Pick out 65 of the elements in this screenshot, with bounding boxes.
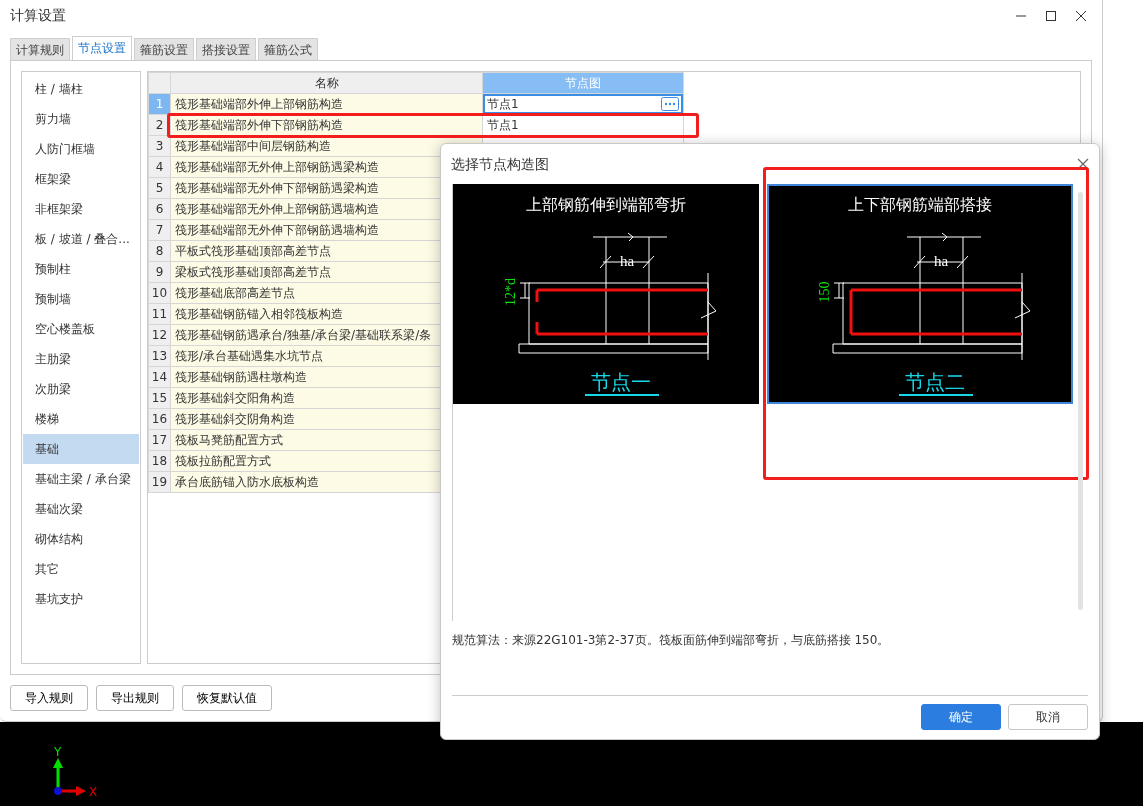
node-title: 上部钢筋伸到端部弯折 — [526, 195, 686, 214]
row-number: 8 — [148, 240, 171, 262]
node-title: 上下部钢筋端部搭接 — [848, 195, 992, 214]
axis-label: Y — [54, 746, 62, 759]
tab[interactable]: 节点设置 — [72, 35, 132, 60]
category-item[interactable]: 其它 — [23, 553, 139, 584]
category-item[interactable]: 砌体结构 — [23, 523, 139, 554]
confirm-button[interactable]: 确定 — [921, 704, 1001, 730]
axis-icon — [53, 758, 86, 796]
tab[interactable]: 箍筋公式 — [258, 37, 318, 60]
close-icon[interactable] — [1077, 158, 1089, 170]
category-item[interactable]: 主肋梁 — [23, 343, 139, 374]
rule-button[interactable]: 导出规则 — [96, 685, 174, 711]
row-number: 3 — [148, 135, 171, 157]
category-item[interactable]: 基坑支护 — [23, 583, 139, 614]
node-caption: 节点二 — [898, 370, 974, 396]
scrollbar[interactable] — [1078, 192, 1083, 610]
category-item[interactable]: 预制柱 — [23, 253, 139, 284]
row-number: 9 — [148, 261, 171, 283]
row-number: 12 — [148, 324, 171, 346]
dimension-label: ha — [619, 253, 635, 269]
row-number: 10 — [148, 282, 171, 304]
category-item[interactable]: 预制墙 — [23, 283, 139, 314]
category-item[interactable]: 剪力墙 — [23, 103, 139, 134]
rule-button[interactable]: 导入规则 — [10, 685, 88, 711]
tab[interactable]: 计算规则 — [10, 37, 70, 60]
description-text: 规范算法：来源22G101-3第2-37页。筏板面筋伸到端部弯折，与底筋搭接 150。 — [452, 633, 890, 647]
row-number: 15 — [148, 387, 171, 409]
row-number: 7 — [148, 219, 171, 241]
cancel-button[interactable]: 取消 — [1008, 704, 1088, 730]
row-number: 1 — [148, 93, 171, 115]
tab[interactable]: 箍筋设置 — [134, 37, 194, 60]
column-header[interactable]: 名称 — [170, 72, 483, 94]
category-item[interactable]: 楼梯 — [23, 403, 139, 434]
row-number: 16 — [148, 408, 171, 430]
row-number: 4 — [148, 156, 171, 178]
dimension-label: 12*d — [503, 278, 518, 306]
axis-label: X — [89, 785, 98, 799]
category-item[interactable]: 空心楼盖板 — [23, 313, 139, 344]
row-number: 17 — [148, 429, 171, 451]
category-item[interactable]: 框架梁 — [23, 163, 139, 194]
browse-button[interactable] — [661, 96, 679, 111]
tab[interactable]: 搭接设置 — [196, 37, 256, 60]
category-item[interactable]: 次肋梁 — [23, 373, 139, 404]
row-number: 19 — [148, 471, 171, 493]
node-option[interactable]: 上部钢筋伸到端部弯折 ha 12*d 节点一 — [453, 184, 759, 404]
row-number: 5 — [148, 177, 171, 199]
category-item[interactable]: 人防门框墙 — [23, 133, 139, 164]
row-number: 18 — [148, 450, 171, 472]
node-option[interactable]: 上下部钢筋端部搭接 ha 150 节点二 — [767, 184, 1073, 404]
category-item[interactable]: 非框架梁 — [23, 193, 139, 224]
category-item[interactable]: 柱 / 墙柱 — [23, 73, 139, 104]
window-title: 计算设置 — [10, 6, 66, 26]
category-item[interactable]: 基础主梁 / 承台梁 — [23, 463, 139, 494]
dimension-label: ha — [933, 253, 949, 269]
category-item[interactable]: 基础 — [23, 433, 139, 464]
row-number: 14 — [148, 366, 171, 388]
dimension-label: 150 — [817, 281, 832, 303]
row-number: 6 — [148, 198, 171, 220]
row-number: 11 — [148, 303, 171, 325]
rule-button[interactable]: 恢复默认值 — [182, 685, 272, 711]
row-number: 13 — [148, 345, 171, 367]
node-caption: 节点一 — [584, 370, 660, 396]
category-item[interactable]: 基础次梁 — [23, 493, 139, 524]
category-item[interactable]: 板 / 坡道 / 叠合... — [23, 223, 139, 254]
